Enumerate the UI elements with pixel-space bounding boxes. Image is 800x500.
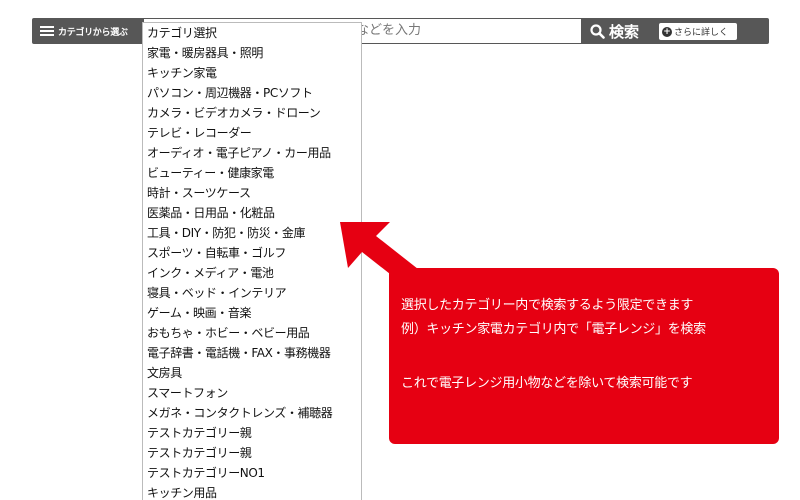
callout-box: 選択したカテゴリー内で検索するよう限定できます 例）キッチン家電カテゴリ内で「電…: [389, 268, 779, 444]
callout-text: 選択したカテゴリー内で検索するよう限定できます 例）キッチン家電カテゴリ内で「電…: [401, 294, 706, 396]
callout-line: 例）キッチン家電カテゴリ内で「電子レンジ」を検索: [401, 322, 706, 337]
callout-line: これで電子レンジ用小物などを除いて検索可能です: [401, 376, 693, 391]
callout-spacer: [401, 342, 706, 372]
callout-line: 選択したカテゴリー内で検索するよう限定できます: [401, 298, 694, 313]
